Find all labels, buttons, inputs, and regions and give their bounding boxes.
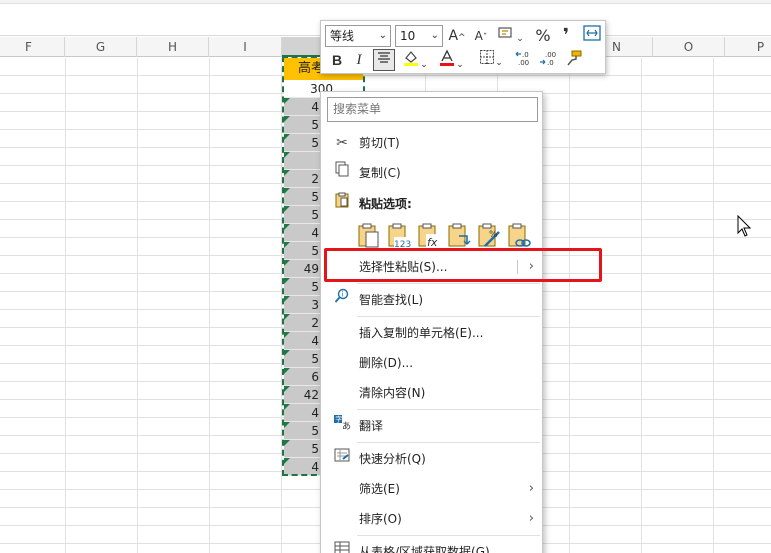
copy-icon — [333, 159, 351, 187]
menu-item-label: 智能查找(L) — [359, 293, 424, 307]
table-icon — [333, 538, 351, 553]
borders-button[interactable]: ⌄ — [475, 49, 507, 71]
menu-item-label: 剪切(T) — [359, 136, 400, 150]
menu-item-clear-contents[interactable]: 清除内容(N) — [321, 379, 542, 407]
mini-toolbar: 等线 ⌄ 10 ⌄ A^ Aˇ ⌄ % ❜ B I ⌄ ⌄ ⌄ .0.00 .0… — [320, 20, 606, 74]
menu-item-label: 翻译 — [359, 419, 384, 433]
column-header-h[interactable]: H — [137, 37, 209, 57]
annotation-highlight-box — [324, 248, 602, 282]
align-center-icon — [378, 52, 390, 63]
menu-item-label: 从表格/区域获取数据(G)... — [359, 545, 502, 553]
shrink-font-button[interactable]: Aˇ — [471, 25, 491, 47]
menu-item-label: 粘贴选项: — [359, 197, 412, 211]
menu-separator — [357, 316, 540, 317]
format-painter-icon — [567, 50, 582, 66]
svg-text:%: % — [489, 230, 498, 240]
column-header-p[interactable]: P — [725, 37, 771, 57]
font-size-select[interactable]: 10 ⌄ — [395, 25, 443, 47]
align-center-button[interactable] — [373, 49, 395, 71]
smart-lookup-icon: i — [333, 286, 351, 314]
grow-font-button[interactable]: A^ — [447, 25, 467, 47]
increase-decimal-button[interactable]: .0.00 — [513, 49, 535, 71]
borders-icon — [480, 50, 495, 64]
fill-color-icon — [404, 51, 419, 66]
menu-item-sort[interactable]: 排序(O) › — [321, 505, 542, 533]
menu-item-cut[interactable]: ✂ 剪切(T) — [321, 129, 542, 157]
menu-separator — [357, 409, 540, 410]
chevron-down-icon: ⌄ — [430, 30, 439, 41]
increase-decimal-icon: .0.00 — [515, 51, 529, 67]
font-name-select[interactable]: 等线 ⌄ — [325, 25, 391, 47]
font-color-icon — [440, 49, 455, 66]
svg-text:.0: .0 — [522, 51, 529, 59]
menu-item-label: 排序(O) — [359, 512, 402, 526]
svg-text:あ: あ — [342, 421, 351, 430]
svg-text:.00: .00 — [518, 59, 529, 67]
menu-item-paste-options: 粘贴选项: — [321, 190, 542, 218]
menu-item-label: 筛选(E) — [359, 482, 400, 496]
decrease-decimal-icon: .00.0 — [540, 51, 556, 67]
mouse-cursor-icon — [737, 214, 752, 240]
menu-separator — [357, 535, 540, 536]
menu-item-label: 快速分析(Q) — [359, 452, 426, 466]
quick-analysis-icon — [333, 445, 351, 473]
menu-separator — [357, 283, 540, 284]
menu-item-smart-lookup[interactable]: i 智能查找(L) — [321, 286, 542, 314]
clipboard-icon — [333, 190, 351, 218]
context-menu: 搜索菜单 ✂ 剪切(T) 复制(C) 粘贴选项: 123 fx % 选择性粘贴(… — [320, 91, 543, 553]
column-header-f[interactable]: F — [0, 37, 65, 57]
menu-item-quick-analysis[interactable]: 快速分析(Q) — [321, 445, 542, 473]
column-header-g[interactable]: G — [65, 37, 137, 57]
paste-link-icon[interactable] — [507, 222, 531, 250]
menu-item-insert-copied-cells[interactable]: 插入复制的单元格(E)... — [321, 319, 542, 347]
menu-search-input[interactable]: 搜索菜单 — [327, 97, 538, 122]
paste-values-icon[interactable]: 123 — [387, 222, 411, 250]
menu-item-filter[interactable]: 筛选(E) › — [321, 475, 542, 503]
menu-item-label: 删除(D)... — [359, 356, 414, 370]
chevron-right-icon: › — [528, 511, 534, 526]
menu-item-delete[interactable]: 删除(D)... — [321, 349, 542, 377]
italic-button[interactable]: I — [349, 49, 369, 71]
menu-item-label: 复制(C) — [359, 166, 401, 180]
scissors-icon: ✂ — [336, 135, 348, 151]
font-name-value: 等线 — [330, 29, 355, 43]
merge-center-button[interactable] — [581, 25, 603, 47]
column-header-i[interactable]: I — [209, 37, 282, 57]
format-painter-button[interactable] — [563, 49, 585, 71]
menu-item-translate[interactable]: 字あ 翻译 — [321, 412, 542, 440]
svg-text:.00: .00 — [545, 51, 556, 59]
chevron-right-icon: › — [528, 481, 534, 496]
bold-button[interactable]: B — [327, 49, 347, 71]
percent-style-button[interactable]: % — [533, 25, 553, 47]
svg-text:.0: .0 — [547, 59, 554, 67]
menu-item-copy[interactable]: 复制(C) — [321, 159, 542, 187]
paste-formatting-icon[interactable]: % — [477, 222, 501, 250]
fill-color-button[interactable]: ⌄ — [399, 49, 431, 71]
paste-icon[interactable] — [357, 222, 381, 250]
menu-item-label: 插入复制的单元格(E)... — [359, 326, 484, 340]
number-format-icon — [498, 27, 512, 38]
menu-item-label: 清除内容(N) — [359, 386, 426, 400]
paste-formulas-icon[interactable]: fx — [417, 222, 441, 250]
font-color-button[interactable]: ⌄ — [435, 49, 467, 71]
comma-style-button[interactable]: ❜ — [557, 25, 575, 47]
paste-transpose-icon[interactable] — [447, 222, 471, 250]
menu-item-get-data-from-table[interactable]: 从表格/区域获取数据(G)... — [321, 538, 542, 553]
decrease-decimal-button[interactable]: .00.0 — [537, 49, 559, 71]
number-format-button[interactable]: ⌄ — [495, 25, 527, 47]
column-header-o[interactable]: O — [653, 37, 725, 57]
menu-separator — [357, 442, 540, 443]
chevron-down-icon: ⌄ — [378, 30, 387, 41]
font-size-value: 10 — [400, 29, 416, 43]
svg-text:i: i — [342, 291, 344, 299]
translate-icon: 字あ — [333, 412, 351, 440]
merge-center-icon — [583, 25, 601, 41]
